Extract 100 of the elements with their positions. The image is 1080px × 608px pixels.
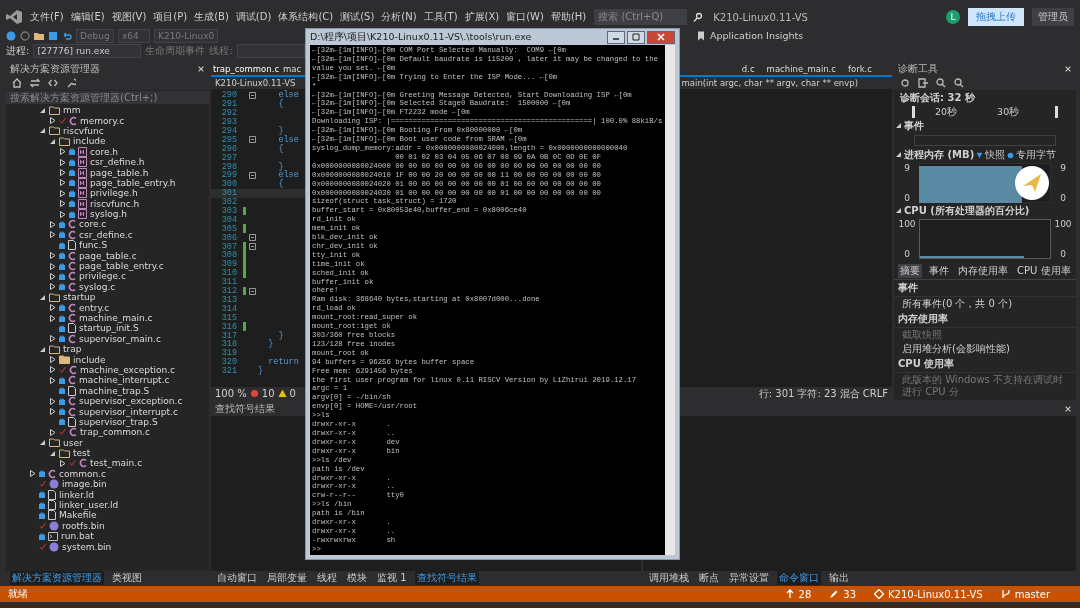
close-icon[interactable] xyxy=(197,65,205,73)
home-icon[interactable] xyxy=(12,78,22,88)
search-field[interactable]: 搜索解决方案资源管理器(Ctrl+;) xyxy=(6,91,209,104)
collapsed-arrow-icon[interactable] xyxy=(50,221,56,228)
panel-tab[interactable]: 解决方案资源管理器 xyxy=(10,570,104,585)
expanded-arrow-icon[interactable] xyxy=(40,345,46,353)
collapsed-arrow-icon[interactable] xyxy=(50,408,56,415)
fold-icon[interactable] xyxy=(249,287,256,295)
close-icon[interactable] xyxy=(1064,65,1072,73)
admin-button[interactable]: 管理员 xyxy=(1032,8,1074,26)
tree-item[interactable]: rootfs.bin xyxy=(62,520,105,531)
tree-item[interactable]: supervisor_main.c xyxy=(79,333,161,344)
close-button[interactable] xyxy=(647,30,675,44)
process-dropdown[interactable]: [27776] run.exe xyxy=(33,43,142,58)
tree-item[interactable]: entry.c xyxy=(79,302,110,313)
tree-item[interactable]: core.h xyxy=(90,146,119,157)
fold-icon[interactable] xyxy=(249,243,256,251)
expanded-arrow-icon[interactable] xyxy=(50,449,56,457)
panel-tab[interactable]: 输出 xyxy=(827,570,851,585)
warning-count[interactable]: 0 xyxy=(289,388,296,399)
collapsed-arrow-icon[interactable] xyxy=(50,366,56,374)
collapsed-arrow-icon[interactable] xyxy=(50,117,56,125)
branch-icon[interactable] xyxy=(1000,589,1011,599)
tree-item[interactable]: page_table_entry.c xyxy=(79,261,164,272)
tree-item[interactable]: syslog.h xyxy=(90,209,127,220)
undo-icon[interactable] xyxy=(62,30,72,41)
search-icon[interactable] xyxy=(693,12,704,22)
diamond-icon[interactable] xyxy=(874,589,885,599)
diagnostics-tab[interactable]: CPU 使用率 xyxy=(1015,264,1073,278)
file-tab[interactable]: d.c xyxy=(741,63,755,74)
tree-item[interactable]: machine_interrupt.c xyxy=(79,375,170,386)
expanded-arrow-icon[interactable] xyxy=(40,127,46,135)
panel-tab[interactable]: 模块 xyxy=(345,570,369,585)
tree-item[interactable]: linker.ld xyxy=(59,489,95,500)
fold-icon[interactable] xyxy=(249,91,256,99)
panel-tab[interactable]: 自动窗口 xyxy=(215,570,259,585)
tree-item[interactable]: privilege.c xyxy=(79,271,126,282)
code-icon[interactable] xyxy=(48,78,58,88)
tree-item[interactable]: machine_exception.c xyxy=(80,364,175,375)
menu-item[interactable]: 分析(N) xyxy=(379,9,419,25)
tree-item[interactable]: startup xyxy=(63,292,96,303)
menu-item[interactable]: 工具(T) xyxy=(421,9,460,25)
export-icon[interactable] xyxy=(918,78,928,88)
tree-item[interactable]: core.c xyxy=(79,219,107,230)
collapsed-arrow-icon[interactable] xyxy=(50,283,56,291)
diagnostics-tab[interactable]: 事件 xyxy=(927,264,951,278)
close-icon[interactable] xyxy=(1064,405,1072,413)
menu-item[interactable]: 窗口(W) xyxy=(504,9,546,25)
panel-tab[interactable]: 异常设置 xyxy=(727,570,771,585)
file-tab[interactable]: fork.c xyxy=(848,63,872,74)
collapse-triangle-icon[interactable] xyxy=(896,123,902,129)
tree-item[interactable]: include xyxy=(73,354,106,365)
tree-item[interactable]: mm xyxy=(63,105,81,116)
collapsed-arrow-icon[interactable] xyxy=(60,210,66,218)
fold-icon[interactable] xyxy=(249,171,256,179)
collapsed-arrow-icon[interactable] xyxy=(50,356,56,364)
project-dropdown[interactable]: K210-Linux0.11-VS xyxy=(215,78,296,88)
pencil-icon[interactable] xyxy=(829,589,840,599)
expanded-arrow-icon[interactable] xyxy=(50,137,56,145)
scrollbar[interactable] xyxy=(665,45,675,555)
expanded-arrow-icon[interactable] xyxy=(40,293,46,301)
diagnostics-tab[interactable]: 摘要 xyxy=(898,264,922,278)
menu-item[interactable]: 体系结构(C) xyxy=(276,9,336,25)
tree-item[interactable]: memory.c xyxy=(80,115,125,126)
tree-item[interactable]: syslog.c xyxy=(79,281,116,292)
collapsed-arrow-icon[interactable] xyxy=(50,376,56,384)
collapsed-arrow-icon[interactable] xyxy=(60,179,66,187)
repository-name[interactable]: K210-Linux0.11-VS xyxy=(888,588,983,600)
collapsed-arrow-icon[interactable] xyxy=(50,397,56,405)
menu-item[interactable]: 编辑(E) xyxy=(68,9,107,25)
tree-item[interactable]: user xyxy=(63,437,83,448)
tree-item[interactable]: page_table.h xyxy=(90,167,149,178)
function-dropdown[interactable]: main(int argc, char ** argv, char ** envp) xyxy=(681,78,888,88)
collapsed-arrow-icon[interactable] xyxy=(60,200,66,208)
bookmark-icon[interactable] xyxy=(696,30,706,41)
collapse-triangle-icon[interactable] xyxy=(896,152,902,158)
upload-button[interactable]: 拖拽上传 xyxy=(968,8,1024,26)
collapsed-arrow-icon[interactable] xyxy=(50,231,56,239)
collapsed-arrow-icon[interactable] xyxy=(30,470,36,478)
tree-item[interactable]: supervisor_exception.c xyxy=(79,396,183,407)
collapsed-arrow-icon[interactable] xyxy=(50,428,56,436)
collapsed-arrow-icon[interactable] xyxy=(60,158,66,166)
collapsed-arrow-icon[interactable] xyxy=(50,304,56,312)
zoom-in-icon[interactable] xyxy=(936,78,946,88)
tree-item[interactable]: trap_common.c xyxy=(80,427,150,438)
tree-item[interactable]: include xyxy=(73,136,106,147)
collapsed-arrow-icon[interactable] xyxy=(50,262,56,270)
menu-item[interactable]: 调试(D) xyxy=(233,9,274,25)
tree-item[interactable]: system.bin xyxy=(62,541,112,552)
diagnostics-action[interactable]: 所有事件(0 个，共 0 个) xyxy=(894,297,1076,311)
tree-item[interactable]: run.bat xyxy=(61,531,94,542)
zoom-out-icon[interactable] xyxy=(954,78,964,88)
tree-item[interactable]: trap xyxy=(63,344,82,355)
tree-item[interactable]: riscvfunc.h xyxy=(90,198,140,209)
tree-item[interactable]: page_table_entry.h xyxy=(90,177,176,188)
error-count[interactable]: 10 xyxy=(261,388,275,399)
file-tab[interactable]: trap_common.c xyxy=(213,63,280,74)
tree-item[interactable]: func.S xyxy=(79,240,108,251)
diagnostics-action[interactable]: 启用堆分析(会影响性能) xyxy=(894,342,1076,356)
expanded-arrow-icon[interactable] xyxy=(40,439,46,447)
